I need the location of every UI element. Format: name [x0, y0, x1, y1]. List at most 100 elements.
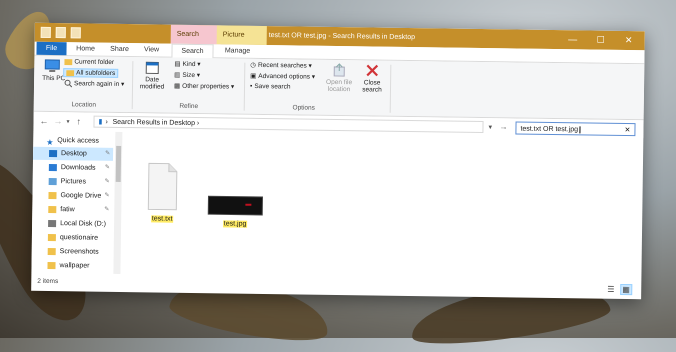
tab-home[interactable]: Home [72, 42, 98, 55]
kind-button[interactable]: ▤ Kind ▾ [174, 60, 200, 69]
document-icon: ▣ [250, 73, 257, 81]
nav-item-downloads[interactable]: Downloads ✎ [33, 161, 113, 175]
pin-icon[interactable]: ✎ [105, 148, 110, 161]
breadcrumb-chevron-icon: › [105, 118, 108, 126]
details-view-icon[interactable]: ☰ [607, 285, 614, 294]
folder-icon[interactable] [40, 26, 51, 38]
new-folder-icon[interactable] [70, 27, 81, 39]
advanced-options-label: Advanced options [258, 72, 311, 81]
recent-locations-icon[interactable]: ▾ [66, 118, 69, 125]
search-results-icon: ▮ [98, 118, 103, 126]
computer-icon [44, 59, 60, 73]
file-item-test-jpg[interactable]: test.jpg [206, 195, 264, 228]
size-button[interactable]: ▥ Size ▾ [174, 71, 200, 80]
properties-icon[interactable] [55, 27, 66, 39]
date-modified-button[interactable]: Date modified [137, 60, 167, 91]
image-file-icon [207, 195, 263, 216]
nav-item-label: questionaire [59, 234, 99, 242]
nav-item-quick-access[interactable]: ★ Quick access [33, 134, 113, 148]
recent-searches-button[interactable]: ◷ Recent searches ▾ [250, 61, 312, 70]
explorer-window: Search Tools Picture Tools test.txt OR t… [31, 22, 645, 300]
nav-item-google-drive[interactable]: Google Drive ✎ [32, 189, 112, 203]
nav-item-label: fatiw [60, 206, 75, 214]
all-subfolders-label: All subfolders [76, 69, 116, 78]
kind-icon: ▤ [174, 60, 181, 69]
nav-item-questionaire[interactable]: questionaire [32, 231, 112, 245]
refine-group-label: Refine [179, 102, 199, 111]
pictures-icon [48, 177, 57, 186]
all-subfolders-button[interactable]: All subfolders [63, 68, 119, 79]
pin-icon[interactable]: ✎ [105, 176, 110, 189]
this-pc-button[interactable]: This PC [42, 59, 66, 83]
options-group-label: Options [292, 104, 315, 112]
nav-item-label: Quick access [57, 137, 99, 145]
other-properties-button[interactable]: ▦ Other properties ▾ [174, 82, 234, 91]
large-icons-view-icon[interactable]: ▦ [620, 283, 632, 296]
nav-item-local-disk-d[interactable]: Local Disk (D:) [32, 217, 112, 231]
pin-icon[interactable]: ✎ [104, 204, 109, 217]
save-search-button[interactable]: ▪ Save search [250, 83, 291, 91]
file-name: test.txt [150, 215, 174, 223]
tab-view[interactable]: View [138, 43, 164, 56]
close-search-button[interactable]: Close search [359, 63, 385, 94]
minimize-button[interactable]: — [560, 30, 586, 49]
properties-icon: ▦ [173, 82, 181, 91]
address-bar[interactable]: ▮ › Search Results in Desktop › [93, 115, 484, 134]
tab-search[interactable]: Search [171, 43, 214, 59]
tab-manage[interactable]: Manage [217, 44, 257, 58]
open-file-location-label: Open file location [326, 78, 353, 94]
folder-icon [64, 59, 73, 66]
context-tab-picture-tools: Picture Tools [216, 25, 267, 58]
open-file-location-button[interactable]: Open file location [324, 63, 354, 93]
refresh-icon[interactable]: → [499, 122, 507, 131]
file-name: test.jpg [222, 220, 248, 228]
nav-item-screenshots[interactable]: Screenshots [32, 245, 112, 259]
tab-share[interactable]: Share [106, 43, 132, 56]
pin-icon[interactable]: ✎ [105, 162, 110, 175]
date-modified-label: Date modified [139, 76, 165, 91]
current-folder-label: Current folder [74, 58, 115, 67]
nav-item-label: Local Disk (D:) [60, 220, 107, 228]
up-icon[interactable]: ↑ [76, 116, 81, 126]
nav-item-label: wallpaper [59, 262, 90, 270]
clear-search-icon[interactable]: ✕ [624, 124, 631, 137]
pin-icon[interactable]: ✎ [104, 190, 109, 203]
folder-icon [66, 70, 75, 77]
search-icon [64, 79, 73, 88]
close-button[interactable]: ✕ [616, 31, 642, 50]
scrollbar-thumb[interactable] [115, 145, 122, 182]
file-view: test.txt test.jpg [123, 132, 641, 281]
other-properties-label: Other properties [182, 82, 230, 91]
nav-item-pictures[interactable]: Pictures ✎ [33, 175, 113, 189]
context-tab-search-tools: Search Tools [170, 24, 221, 57]
search-again-in-button[interactable]: Search again in ▾ [64, 79, 124, 88]
nav-item-label: Downloads [60, 164, 96, 172]
desktop-icon [49, 149, 58, 158]
nav-item-label: Pictures [60, 178, 87, 186]
nav-scrollbar[interactable] [113, 131, 123, 274]
forward-icon[interactable]: → [53, 116, 62, 126]
ribbon-separator [131, 61, 134, 110]
search-input[interactable]: test.txt OR test.jpg ✕ [515, 121, 636, 137]
maximize-button[interactable]: ☐ [588, 30, 614, 49]
nav-item-fatiw[interactable]: fatiw ✎ [32, 203, 112, 217]
breadcrumb[interactable]: Search Results in Desktop [112, 119, 195, 127]
nav-item-desktop[interactable]: Desktop ✎ [32, 146, 114, 161]
back-icon[interactable]: ← [39, 116, 48, 126]
advanced-options-button[interactable]: ▣ Advanced options ▾ [250, 72, 315, 81]
star-icon: ★ [46, 137, 54, 148]
navigation-pane: ★ Quick access Desktop ✎ Downloads ✎ Pic… [31, 130, 118, 274]
nav-item-wallpaper[interactable]: wallpaper [31, 259, 111, 273]
ribbon-separator [243, 62, 246, 111]
ribbon-separator [389, 64, 392, 113]
location-group-label: Location [71, 101, 97, 109]
current-folder-button[interactable]: Current folder [64, 58, 114, 66]
quick-access-toolbar [40, 26, 81, 39]
tab-file[interactable]: File [36, 41, 67, 56]
address-dropdown-icon[interactable]: ▾ [488, 123, 492, 131]
search-query: test.txt OR test.jpg [520, 125, 579, 134]
this-pc-label: This PC [42, 74, 66, 83]
item-count: 2 items [37, 277, 59, 286]
size-icon: ▥ [174, 71, 181, 80]
file-item-test-txt[interactable]: test.txt [142, 162, 183, 223]
